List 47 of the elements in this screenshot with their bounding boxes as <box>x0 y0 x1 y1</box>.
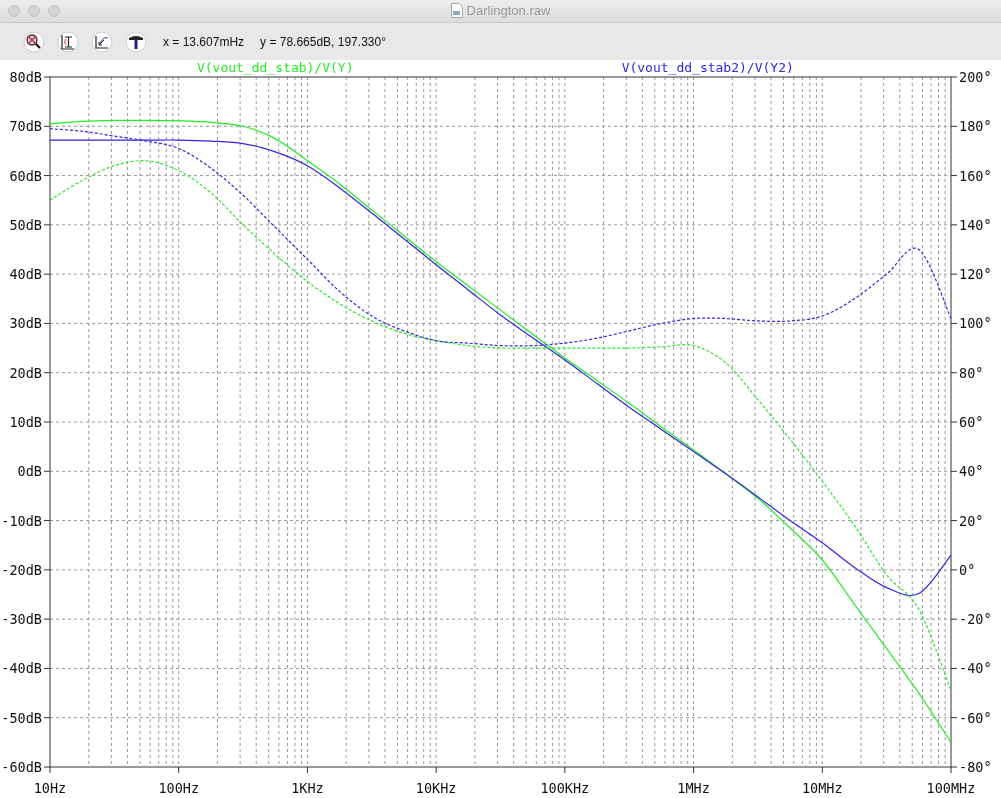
phase-axis-label: 180° <box>959 118 992 135</box>
phase-axis-label: 80° <box>959 364 984 381</box>
x-axis-label: 100MHz <box>926 780 976 796</box>
y-axis-label: -10dB <box>1 512 42 529</box>
phase-axis-label: -20° <box>959 611 992 628</box>
magnifier-icon[interactable] <box>23 30 45 53</box>
trace-label[interactable]: V(vout_dd_stab2)/V(Y2) <box>621 60 794 75</box>
phase-axis-label: 200° <box>959 69 992 85</box>
y-axis-label: 60dB <box>9 167 42 184</box>
y-axis-label: 20dB <box>9 364 42 381</box>
bracket-icon[interactable] <box>57 30 79 53</box>
x-axis-label: 1KHz <box>291 780 324 796</box>
y-axis-label: -50dB <box>1 709 42 726</box>
phase-axis-label: -40° <box>959 660 992 677</box>
phase-axis-label: 140° <box>959 216 992 233</box>
y-axis-label: 50dB <box>9 216 42 233</box>
y-axis-label: 70dB <box>9 118 42 135</box>
x-axis-label: 1MHz <box>677 780 710 796</box>
y-axis-label: -40dB <box>1 660 42 677</box>
y-axis-label: 80dB <box>9 69 42 85</box>
window-title: Darlington.raw <box>466 3 551 18</box>
phase-axis-label: 60° <box>959 414 984 430</box>
y-axis-label: -20dB <box>1 561 42 578</box>
axes-icon[interactable] <box>91 30 113 53</box>
y-axis-label: -30dB <box>1 611 42 628</box>
phase-axis-label: 40° <box>959 463 984 480</box>
phase-axis-label: -60° <box>959 709 992 726</box>
phase-axis-label: 160° <box>959 167 992 184</box>
y-axis-label: -60dB <box>1 759 42 775</box>
y-axis-label: 10dB <box>9 414 42 430</box>
hammer-icon[interactable] <box>125 30 147 53</box>
x-axis-label: 100Hz <box>158 780 200 796</box>
x-axis-label: 100KHz <box>540 780 590 796</box>
y-axis-label: 40dB <box>9 266 42 283</box>
phase-axis-label: -80° <box>959 759 992 775</box>
y-axis-label: 30dB <box>9 315 42 332</box>
x-axis-label: 10MHz <box>801 780 843 796</box>
x-axis-label: 10KHz <box>415 780 457 796</box>
phase-axis-label: 120° <box>959 266 992 283</box>
phase-axis-label: 0° <box>959 561 976 578</box>
phase-axis-label: 20° <box>959 512 984 529</box>
phase-axis-label: 100° <box>959 315 992 332</box>
x-axis-label: 10Hz <box>33 780 67 796</box>
document-icon <box>450 3 463 18</box>
y-axis-label: 0dB <box>17 463 42 480</box>
cursor-x-readout: x = 13.607mHz <box>163 34 245 49</box>
cursor-y-readout: y = 78.665dB, 197.330° <box>260 34 386 49</box>
